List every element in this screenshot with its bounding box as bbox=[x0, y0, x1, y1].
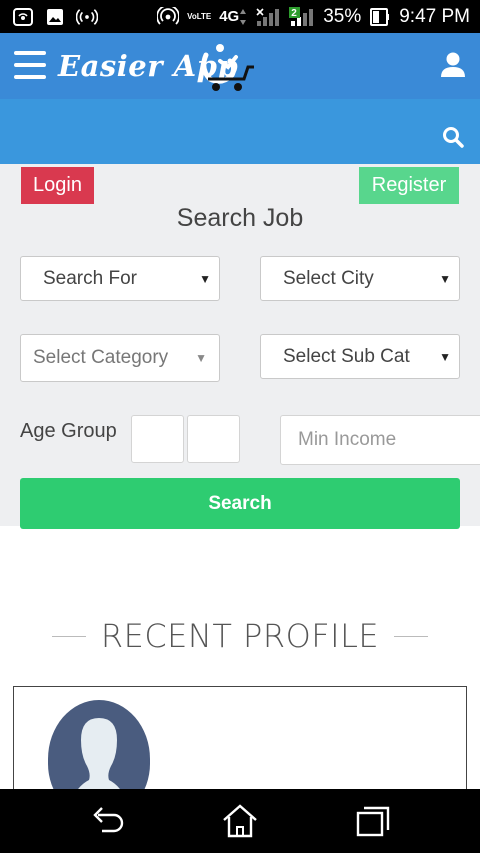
min-income-input[interactable]: Min Income bbox=[280, 415, 480, 465]
wifi-calling-icon bbox=[157, 6, 180, 26]
age-max-input[interactable] bbox=[187, 415, 240, 463]
register-button[interactable]: Register bbox=[359, 167, 459, 204]
sub-category-select[interactable]: Select Sub Cat ▼ bbox=[260, 334, 460, 379]
dropdown-arrow-icon: ▼ bbox=[195, 351, 207, 365]
category-select[interactable]: Select Category ▼ bbox=[20, 334, 220, 382]
back-icon[interactable] bbox=[88, 803, 128, 839]
signal-2-icon: 2 bbox=[289, 6, 315, 26]
radio-waves-icon bbox=[76, 8, 98, 26]
user-icon[interactable] bbox=[440, 51, 466, 77]
search-bar bbox=[0, 99, 480, 164]
battery-percent: 35% bbox=[323, 5, 362, 27]
4g-icon: 4G bbox=[219, 8, 247, 26]
app-logo[interactable]: Easier App bbox=[58, 39, 258, 95]
dropdown-arrow-icon: ▼ bbox=[199, 271, 211, 286]
hamburger-menu-icon[interactable] bbox=[14, 51, 46, 79]
sub-category-value: Select Sub Cat bbox=[283, 345, 410, 367]
app-screen: VoLTE 4G 2 35% 9:47 PM Easier App Login … bbox=[0, 0, 480, 853]
category-value: Select Category bbox=[33, 347, 169, 368]
recent-profile-heading: RECENT PROFILE bbox=[0, 616, 480, 656]
search-for-value: Search For bbox=[43, 267, 137, 289]
status-bar: VoLTE 4G 2 35% 9:47 PM bbox=[0, 0, 480, 33]
age-group-label: Age Group bbox=[20, 420, 117, 442]
volte-icon: VoLTE bbox=[187, 12, 212, 21]
signal-icon bbox=[255, 7, 281, 26]
dropdown-arrow-icon: ▼ bbox=[439, 349, 451, 364]
city-select[interactable]: Select City ▼ bbox=[260, 256, 460, 301]
job-search-form: Login Register Search Job Search For ▼ S… bbox=[0, 164, 480, 529]
app-header: Easier App bbox=[0, 33, 480, 99]
divider bbox=[394, 635, 429, 637]
city-value: Select City bbox=[283, 267, 374, 289]
age-min-input[interactable] bbox=[131, 415, 184, 463]
divider bbox=[51, 635, 86, 637]
search-for-select[interactable]: Search For ▼ bbox=[20, 256, 220, 301]
recent-apps-icon[interactable] bbox=[353, 803, 393, 839]
battery-icon bbox=[369, 7, 391, 26]
form-title: Search Job bbox=[176, 204, 304, 232]
search-button[interactable]: Search bbox=[20, 478, 460, 529]
image-icon bbox=[44, 8, 66, 26]
search-icon[interactable] bbox=[442, 126, 464, 148]
login-button[interactable]: Login bbox=[21, 167, 94, 204]
home-icon[interactable] bbox=[220, 803, 260, 839]
recent-profile-title: RECENT PROFILE bbox=[100, 617, 380, 655]
system-nav-bar bbox=[0, 789, 480, 853]
clock: 9:47 PM bbox=[399, 5, 470, 27]
dropdown-arrow-icon: ▼ bbox=[439, 271, 451, 286]
hotspot-icon bbox=[12, 7, 34, 26]
profile-card[interactable] bbox=[13, 686, 467, 806]
shopping-cart-icon bbox=[201, 44, 254, 91]
